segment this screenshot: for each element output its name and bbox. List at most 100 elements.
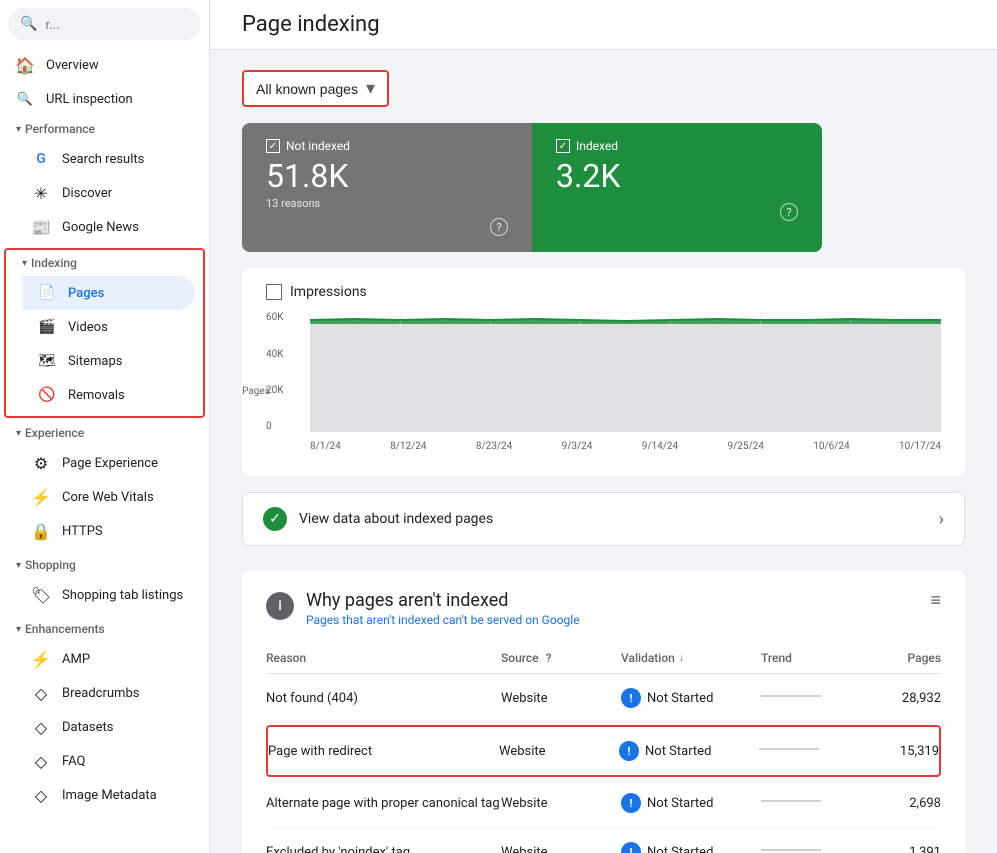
- why-header: i Why pages aren't indexed Pages that ar…: [266, 590, 941, 627]
- sidebar-group-header-shopping[interactable]: ▾ Shopping: [0, 552, 209, 578]
- y-label-0: 0: [266, 421, 306, 432]
- sidebar-item-label: Google News: [62, 220, 139, 235]
- x-label-1: 8/1/24: [310, 441, 341, 452]
- cwv-icon: ⚡: [32, 488, 50, 506]
- sidebar-item-https[interactable]: 🔒 HTTPS: [16, 514, 201, 548]
- row-validation: ! Not Started: [621, 688, 761, 708]
- sidebar-item-url-inspection[interactable]: 🔍 URL inspection: [0, 82, 201, 116]
- sidebar-item-page-experience[interactable]: ⚙ Page Experience: [16, 446, 201, 480]
- sidebar-item-sitemaps[interactable]: 🗺 Sitemaps: [22, 344, 195, 378]
- impressions-checkbox[interactable]: [266, 284, 282, 300]
- row-pages: 2,698: [861, 796, 941, 811]
- sidebar-group-indexing: ▾ Indexing 📄 Pages 🎬 Videos 🗺 Sitemaps 🚫: [6, 250, 203, 412]
- page-experience-icon: ⚙: [32, 454, 50, 472]
- sidebar-item-image-metadata[interactable]: ◇ Image Metadata: [16, 778, 201, 812]
- y-label-60k: 60K: [266, 312, 306, 323]
- indexing-items: 📄 Pages 🎬 Videos 🗺 Sitemaps 🚫 Removals: [6, 276, 203, 412]
- validation-text: Not Started: [645, 744, 711, 759]
- source-info-icon[interactable]: ?: [546, 651, 552, 665]
- x-label-2: 8/12/24: [390, 441, 426, 452]
- not-indexed-footer: ?: [266, 218, 508, 236]
- sidebar-group-shopping: ▾ Shopping 🏷 Shopping tab listings: [0, 552, 209, 612]
- indexed-value: 3.2K: [556, 157, 798, 195]
- view-data-link[interactable]: ✓ View data about indexed pages ›: [242, 492, 965, 546]
- sidebar-item-label: Pages: [68, 286, 104, 301]
- indexed-label: ✓ Indexed: [556, 139, 798, 153]
- sidebar-search-input[interactable]: [45, 17, 189, 32]
- https-icon: 🔒: [32, 522, 50, 540]
- sidebar-item-faq[interactable]: ◇ FAQ: [16, 744, 201, 778]
- sidebar-item-datasets[interactable]: ◇ Datasets: [16, 710, 201, 744]
- col-validation: Validation ↓: [621, 651, 761, 665]
- sidebar-item-label: Videos: [68, 320, 108, 335]
- row-reason: Excluded by 'noindex' tag: [266, 845, 501, 853]
- info-icon[interactable]: ?: [780, 203, 798, 221]
- sidebar-item-removals[interactable]: 🚫 Removals: [22, 378, 195, 412]
- sidebar-group-header-indexing[interactable]: ▾ Indexing: [6, 250, 203, 276]
- validation-text: Not Started: [647, 796, 713, 811]
- row-reason: Not found (404): [266, 691, 501, 706]
- sidebar-item-label: Overview: [46, 58, 99, 73]
- filter-icon[interactable]: ≡: [930, 590, 941, 611]
- sidebar-item-label: Breadcrumbs: [62, 686, 139, 701]
- not-indexed-value: 51.8K: [266, 157, 508, 195]
- why-title: Why pages aren't indexed: [306, 590, 580, 611]
- info-icon[interactable]: ?: [490, 218, 508, 236]
- main-content: All known pages ▾ ✓ Not indexed 51.8K 13…: [210, 50, 997, 853]
- sidebar-item-label: FAQ: [62, 754, 85, 769]
- table-row-highlighted[interactable]: Page with redirect Website ! Not Started…: [268, 727, 939, 775]
- removals-icon: 🚫: [38, 386, 56, 404]
- sidebar-item-breadcrumbs[interactable]: ◇ Breadcrumbs: [16, 676, 201, 710]
- indexing-section-box: ▾ Indexing 📄 Pages 🎬 Videos 🗺 Sitemaps 🚫: [4, 248, 205, 418]
- indexed-card: ✓ Indexed 3.2K ?: [532, 123, 822, 252]
- sidebar-item-shopping-tab[interactable]: 🏷 Shopping tab listings: [16, 578, 201, 612]
- table-row[interactable]: Excluded by 'noindex' tag Website ! Not …: [266, 828, 941, 853]
- table-header: Reason Source ? Validation ↓ Trend Pages: [266, 643, 941, 674]
- sidebar-group-header-enhancements[interactable]: ▾ Enhancements: [0, 616, 209, 642]
- sidebar-group-experience: ▾ Experience ⚙ Page Experience ⚡ Core We…: [0, 420, 209, 548]
- why-header-left: i Why pages aren't indexed Pages that ar…: [266, 590, 580, 627]
- page-header: Page indexing: [210, 0, 997, 50]
- sidebar-item-discover[interactable]: ✳ Discover: [16, 176, 201, 210]
- sidebar-item-pages[interactable]: 📄 Pages: [22, 276, 195, 310]
- sidebar-group-enhancements: ▾ Enhancements ⚡ AMP ◇ Breadcrumbs ◇ Dat…: [0, 616, 209, 812]
- sidebar: 🔍 🏠 Overview 🔍 URL inspection ▾ Performa…: [0, 0, 210, 853]
- sidebar-item-label: Page Experience: [62, 456, 158, 471]
- sidebar-group-header-performance[interactable]: ▾ Performance: [0, 116, 209, 142]
- chart-canvas: [310, 312, 941, 432]
- sidebar-item-search-results[interactable]: G Search results: [16, 142, 201, 176]
- sidebar-search-container[interactable]: 🔍: [8, 8, 201, 40]
- sidebar-item-label: Image Metadata: [62, 788, 157, 803]
- sidebar-item-amp[interactable]: ⚡ AMP: [16, 642, 201, 676]
- view-data-text: View data about indexed pages: [299, 511, 493, 527]
- sidebar-item-videos[interactable]: 🎬 Videos: [22, 310, 195, 344]
- chart-x-labels: 8/1/24 8/12/24 8/23/24 9/3/24 9/14/24 9/…: [310, 441, 941, 452]
- sidebar-item-core-web-vitals[interactable]: ⚡ Core Web Vitals: [16, 480, 201, 514]
- sidebar-section-label: Indexing: [31, 256, 77, 270]
- row-pages: 15,319: [859, 744, 939, 759]
- table-row[interactable]: Not found (404) Website ! Not Started 28…: [266, 674, 941, 723]
- x-label-7: 10/6/24: [813, 441, 849, 452]
- row-source: Website: [499, 744, 619, 759]
- sidebar-section-label: Performance: [25, 122, 95, 136]
- sitemaps-icon: 🗺: [38, 352, 56, 370]
- sort-icon[interactable]: ↓: [679, 653, 684, 664]
- sidebar-item-label: Removals: [68, 388, 125, 403]
- sidebar-item-label: Shopping tab listings: [62, 588, 183, 603]
- sidebar-item-label: AMP: [62, 652, 90, 667]
- shopping-icon: 🏷: [32, 586, 50, 604]
- sidebar-item-overview[interactable]: 🏠 Overview: [0, 48, 201, 82]
- chart-svg: [310, 312, 941, 432]
- y-label-20k: 20K: [266, 385, 306, 396]
- all-known-pages-dropdown[interactable]: All known pages ▾: [242, 70, 389, 107]
- sidebar-item-google-news[interactable]: 📰 Google News: [16, 210, 201, 244]
- sidebar-group-header-experience[interactable]: ▾ Experience: [0, 420, 209, 446]
- col-reason: Reason: [266, 651, 501, 665]
- table-row[interactable]: Alternate page with proper canonical tag…: [266, 779, 941, 828]
- row-source: Website: [501, 691, 621, 706]
- chevron-icon: ▾: [16, 624, 21, 635]
- row-reason: Page with redirect: [268, 744, 499, 759]
- row-validation: ! Not Started: [621, 842, 761, 853]
- y-label-40k: 40K: [266, 349, 306, 360]
- stats-cards: ✓ Not indexed 51.8K 13 reasons ? ✓ Index…: [242, 123, 822, 252]
